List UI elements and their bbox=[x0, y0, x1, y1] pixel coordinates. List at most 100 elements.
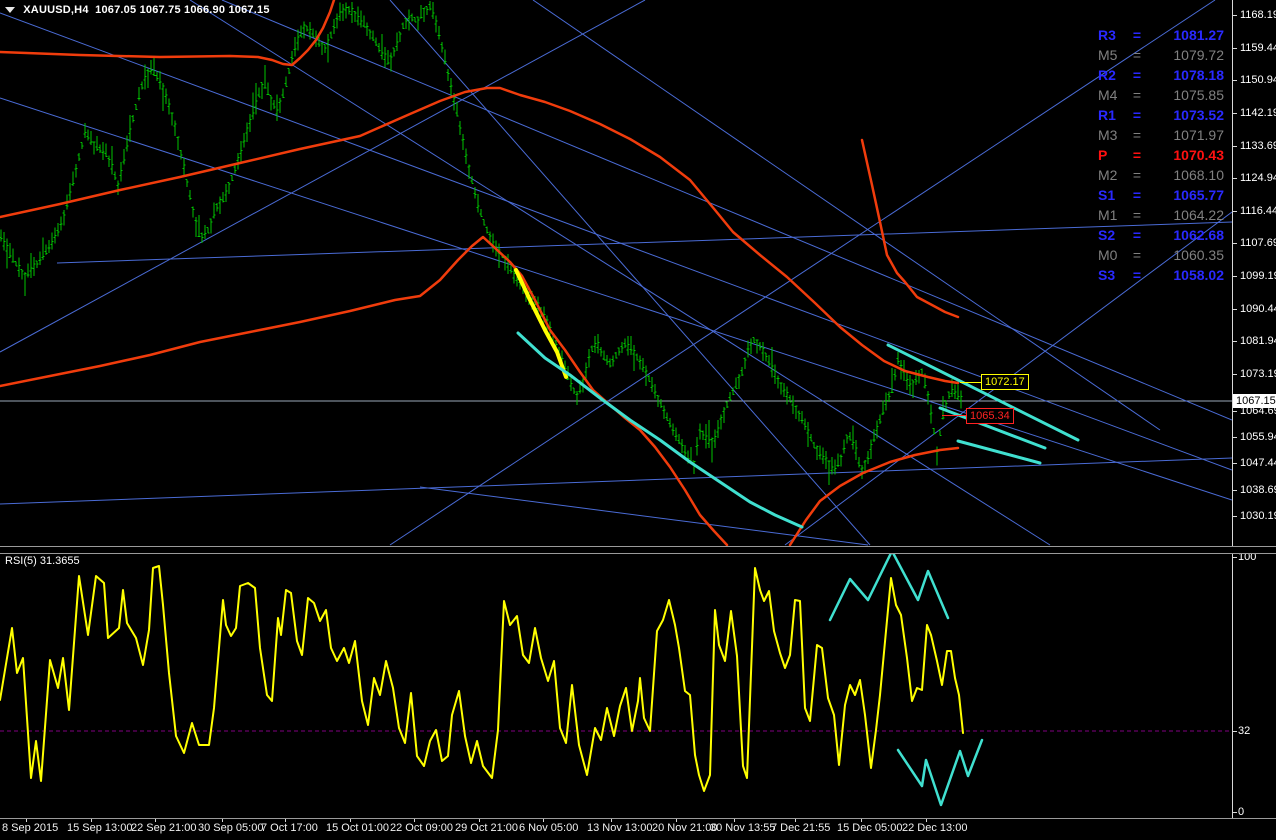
pivot-equals: = bbox=[1132, 227, 1142, 243]
pivot-name: M3 bbox=[1098, 127, 1118, 143]
pivot-equals: = bbox=[1132, 267, 1142, 283]
pivot-value: 1079.72 bbox=[1173, 47, 1224, 63]
pivot-value: 1081.27 bbox=[1173, 27, 1224, 43]
trendline[interactable] bbox=[56, 221, 1232, 264]
rsi-axis-label-0: 0 bbox=[1238, 806, 1245, 818]
pivot-value: 1064.22 bbox=[1173, 207, 1224, 223]
pivot-name: M0 bbox=[1098, 247, 1118, 263]
pivot-value: 1062.68 bbox=[1173, 227, 1224, 243]
price-tick-mark bbox=[1232, 146, 1237, 147]
price-tick-label: 1081.94 bbox=[1240, 335, 1276, 347]
price-tag-1065-34[interactable]: 1065.34 bbox=[966, 408, 1014, 424]
pivot-value: 1065.77 bbox=[1173, 187, 1224, 203]
price-tick-mark bbox=[1232, 178, 1237, 179]
pivot-equals: = bbox=[1132, 167, 1142, 183]
pivot-name: M2 bbox=[1098, 167, 1118, 183]
rsi-tick-mark bbox=[1232, 812, 1237, 813]
pivot-equals: = bbox=[1132, 107, 1142, 123]
price-tick-mark bbox=[1232, 437, 1237, 438]
pivot-name: R2 bbox=[1098, 67, 1116, 83]
pivot-value: 1070.43 bbox=[1173, 147, 1224, 163]
price-tick-mark bbox=[1232, 48, 1237, 49]
pivot-row-m5: M5 = 1079.72 bbox=[1098, 45, 1224, 65]
ma-envelope-layer bbox=[0, 0, 960, 546]
trendline[interactable] bbox=[0, 457, 1232, 505]
ohlc-open: 1067.05 bbox=[95, 4, 137, 16]
pivot-name: S3 bbox=[1098, 267, 1116, 283]
pivot-equals: = bbox=[1132, 127, 1142, 143]
pivot-equals: = bbox=[1132, 87, 1142, 103]
pivot-name: S1 bbox=[1098, 187, 1116, 203]
price-tag-1072-17[interactable]: 1072.17 bbox=[981, 374, 1029, 390]
time-axis-label: 15 Dec 05:00 bbox=[837, 822, 903, 834]
red-indicator-line bbox=[788, 446, 960, 546]
rsi-tick-mark bbox=[1232, 731, 1237, 732]
price-tick-label: 1116.44 bbox=[1240, 205, 1276, 217]
pivot-name: M5 bbox=[1098, 47, 1118, 63]
rsi-indicator-name: RSI(5) bbox=[5, 555, 37, 567]
time-axis-label: 29 Oct 21:00 bbox=[455, 822, 518, 834]
price-tick-mark bbox=[1232, 490, 1237, 491]
price-tick-label: 1133.69 bbox=[1240, 140, 1276, 152]
trendline[interactable] bbox=[419, 486, 869, 546]
price-tick-mark bbox=[1232, 15, 1237, 16]
price-tick-mark bbox=[1232, 211, 1237, 212]
price-tick-label: 1055.94 bbox=[1240, 431, 1276, 443]
trendline[interactable] bbox=[532, 0, 1161, 431]
pivot-row-m0: M0 = 1060.35 bbox=[1098, 245, 1224, 265]
time-axis-label: 15 Oct 01:00 bbox=[326, 822, 389, 834]
pivot-equals: = bbox=[1132, 147, 1142, 163]
pivot-name: M1 bbox=[1098, 207, 1118, 223]
pivot-equals: = bbox=[1132, 187, 1142, 203]
trendline[interactable] bbox=[189, 0, 1051, 546]
pivot-value: 1068.10 bbox=[1173, 167, 1224, 183]
price-tick-label: 1030.19 bbox=[1240, 510, 1276, 522]
symbol-dropdown-icon[interactable] bbox=[5, 7, 15, 13]
pivot-value: 1060.35 bbox=[1173, 247, 1224, 263]
pivot-name: R1 bbox=[1098, 107, 1116, 123]
time-axis[interactable]: 8 Sep 2015 15 Sep 13:00 22 Sep 21:00 30 Sep… bbox=[0, 819, 1276, 840]
pivot-equals: = bbox=[1132, 207, 1142, 223]
price-tick-mark bbox=[1232, 243, 1237, 244]
price-tick-label: 1159.44 bbox=[1240, 42, 1276, 54]
pivot-row-m1: M1 = 1064.22 bbox=[1098, 205, 1224, 225]
trendline[interactable] bbox=[0, 97, 1232, 501]
rsi-indicator-pane[interactable] bbox=[0, 552, 1232, 818]
price-tick-mark bbox=[1232, 276, 1237, 277]
pivot-row-m4: M4 = 1075.85 bbox=[1098, 85, 1224, 105]
pivot-value: 1073.52 bbox=[1173, 107, 1224, 123]
price-tick-mark bbox=[1232, 463, 1237, 464]
pivot-name: M4 bbox=[1098, 87, 1118, 103]
pivot-name: S2 bbox=[1098, 227, 1116, 243]
red-indicator-line bbox=[0, 235, 729, 546]
pivot-row-s2: S2 = 1062.68 bbox=[1098, 225, 1224, 245]
rsi-axis-label-32: 32 bbox=[1238, 725, 1251, 737]
rsi-cyan-zigzag-lower[interactable] bbox=[896, 738, 984, 807]
rsi-label: RSI(5) 31.3655 bbox=[5, 555, 80, 567]
trendline[interactable] bbox=[221, 0, 1232, 421]
price-tick-label: 1124.94 bbox=[1240, 172, 1276, 184]
pivot-name: R3 bbox=[1098, 27, 1116, 43]
main-chart-pane[interactable] bbox=[0, 0, 1232, 546]
yellow-trendline[interactable] bbox=[514, 268, 568, 379]
time-axis-label: 15 Sep 13:00 bbox=[67, 822, 133, 834]
pivot-equals: = bbox=[1132, 67, 1142, 83]
price-tick-label: 1142.19 bbox=[1240, 107, 1276, 119]
cyan-trendline[interactable] bbox=[956, 439, 1042, 465]
mt4-chart-window: XAUUSD,H4 1067.05 1067.75 1066.90 1067.1… bbox=[0, 0, 1276, 840]
red-indicator-line bbox=[0, 86, 960, 385]
pivot-row-m3: M3 = 1071.97 bbox=[1098, 125, 1224, 145]
trendline[interactable] bbox=[389, 0, 871, 546]
pane-divider[interactable] bbox=[0, 546, 1276, 554]
pivot-value: 1058.02 bbox=[1173, 267, 1224, 283]
pivot-value: 1075.85 bbox=[1173, 87, 1224, 103]
current-price-box: 1067.15 bbox=[1233, 394, 1276, 408]
pivot-levels-panel: R3 = 1081.27 M5 = 1079.72 R2 = 1078.18 M4 = 1075.85… bbox=[1098, 25, 1224, 285]
pivot-name: P bbox=[1098, 147, 1108, 163]
trendlines-layer bbox=[0, 0, 1232, 546]
time-axis-label: 7 Dec 21:55 bbox=[771, 822, 831, 834]
price-tick-mark bbox=[1232, 113, 1237, 114]
time-axis-label: 8 Sep 2015 bbox=[2, 822, 59, 834]
price-tick-mark bbox=[1232, 374, 1237, 375]
ohlc-low: 1066.90 bbox=[184, 4, 226, 16]
